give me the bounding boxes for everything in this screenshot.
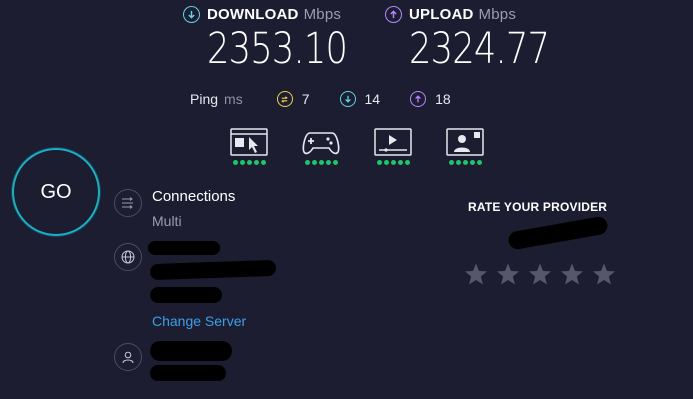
download-latency-icon bbox=[339, 91, 356, 107]
upload-arrow-icon bbox=[385, 6, 402, 23]
redacted-server-detail bbox=[150, 287, 222, 303]
redacted-server-name bbox=[148, 241, 220, 255]
redacted-isp-name bbox=[150, 341, 232, 361]
download-header: DOWNLOAD Mbps bbox=[183, 6, 341, 23]
idle-latency-icon bbox=[276, 91, 293, 107]
star-2-icon[interactable] bbox=[496, 262, 520, 286]
gaming-dots bbox=[301, 160, 341, 165]
streaming-dots bbox=[373, 160, 413, 165]
globe-icon bbox=[114, 243, 142, 271]
upload-unit: Mbps bbox=[478, 6, 517, 23]
redacted-server-location bbox=[149, 259, 277, 281]
ping-download-value: 14 bbox=[364, 91, 381, 107]
connections-label: Connections bbox=[152, 188, 236, 205]
star-5-icon[interactable] bbox=[592, 262, 616, 286]
download-arrow-icon bbox=[183, 6, 200, 23]
download-value: 2353.10 bbox=[207, 24, 348, 74]
web-browsing-icon bbox=[230, 128, 268, 156]
upload-latency-icon bbox=[410, 91, 427, 107]
upload-label: UPLOAD bbox=[409, 6, 474, 23]
ping-unit: ms bbox=[224, 91, 243, 107]
rating-stars bbox=[464, 262, 616, 286]
gaming-rating[interactable] bbox=[301, 128, 341, 165]
star-4-icon[interactable] bbox=[560, 262, 584, 286]
go-button[interactable]: GO bbox=[12, 148, 100, 236]
star-3-icon[interactable] bbox=[528, 262, 552, 286]
ping-label: Ping bbox=[190, 91, 219, 107]
video-chat-rating[interactable] bbox=[445, 128, 485, 165]
speedtest-result-panel: DOWNLOAD Mbps 2353.10 UPLOAD Mbps 2324.7… bbox=[0, 0, 693, 399]
connections-value: Multi bbox=[152, 213, 182, 229]
rate-provider-title: RATE YOUR PROVIDER bbox=[468, 200, 608, 214]
video-streaming-icon bbox=[374, 128, 412, 156]
go-label: GO bbox=[40, 180, 72, 203]
ping-row: Ping ms 7 14 18 bbox=[190, 91, 481, 107]
redacted-provider-name bbox=[507, 215, 609, 251]
download-label: DOWNLOAD bbox=[207, 6, 299, 23]
star-1-icon[interactable] bbox=[464, 262, 488, 286]
video-chat-dots bbox=[445, 160, 485, 165]
ping-idle-value: 7 bbox=[301, 91, 310, 107]
upload-header: UPLOAD Mbps bbox=[385, 6, 516, 23]
browsing-rating[interactable] bbox=[229, 128, 269, 165]
ping-upload-value: 18 bbox=[435, 91, 451, 107]
redacted-ip-address bbox=[150, 365, 226, 381]
browsing-dots bbox=[229, 160, 269, 165]
user-icon bbox=[114, 343, 142, 371]
change-server-link[interactable]: Change Server bbox=[152, 313, 246, 329]
streaming-rating[interactable] bbox=[373, 128, 413, 165]
download-unit: Mbps bbox=[303, 6, 342, 23]
gamepad-icon bbox=[302, 132, 340, 155]
connections-icon bbox=[114, 189, 142, 217]
video-chat-icon bbox=[446, 128, 484, 156]
upload-value: 2324.77 bbox=[409, 24, 550, 74]
